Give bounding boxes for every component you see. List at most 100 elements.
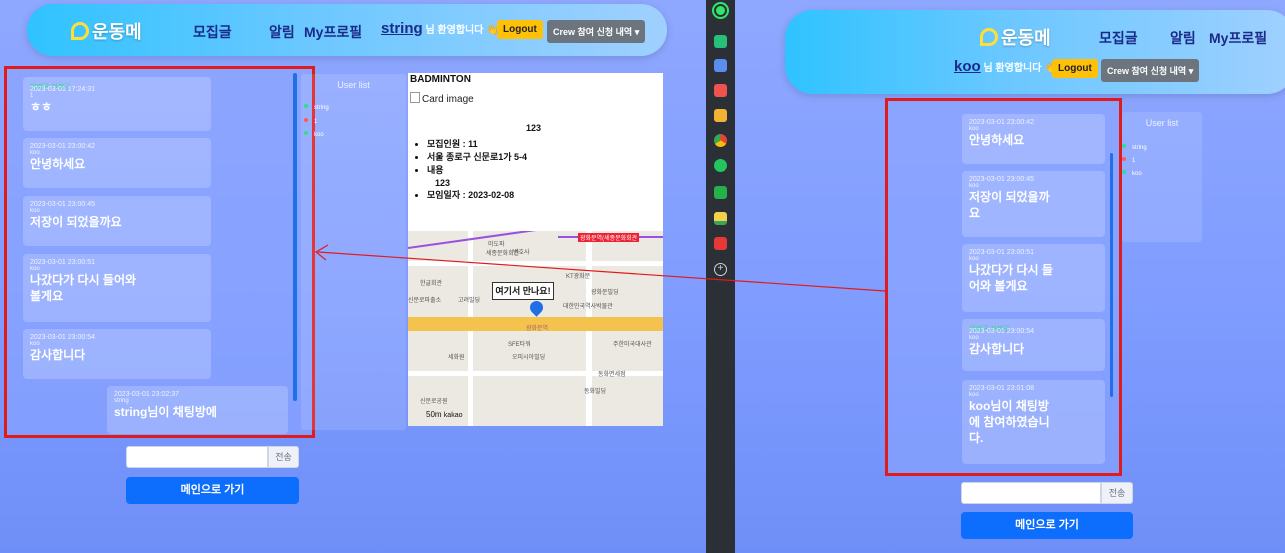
chat-message: 2023-03-01 23:00:42 koo 안녕하세요 [23,138,211,188]
user-list-header: User list [337,80,370,90]
app-dock: + [706,0,735,553]
message-time: 2023-03-01 23:00:51 [30,259,95,266]
chat-input-row: 전송 [961,482,1133,504]
offline-dot-icon [1122,157,1126,161]
welcome-suffix: 님 환영합니다 👋 [983,63,1057,74]
go-main-button[interactable]: 메인으로 가기 [126,477,299,504]
map-marker-bubble[interactable]: 여기서 만나요! [492,282,554,300]
muscle-icon [71,22,89,40]
message-time: 2023-03-01 23:00:54 [30,334,95,341]
map-label: 신문로파출소 [408,298,442,304]
app-red-news-icon[interactable] [714,237,727,250]
nav-alarm[interactable]: 알림 [269,22,295,42]
add-icon[interactable]: + [714,263,727,276]
welcome-suffix: 님 환영합니다 👋 [425,25,499,36]
map-label: KT광화문 [566,274,591,280]
chat-box-highlighted[interactable]: 어쩌구 저쩌구 2023-03-01 17:24:31 1 ㅎㅎ 2023-03… [4,66,315,438]
online-dot-icon [1122,144,1126,148]
nav-my-profile[interactable]: My프로필 [304,22,362,42]
app-yellow-icon[interactable] [714,109,727,122]
card-image-alt: Card image [422,94,474,105]
map-label: 동화빌딩 [584,389,607,395]
user-list-header: User list [1145,118,1179,128]
chat-scrollbar[interactable] [1110,153,1113,397]
map-label: 주한미국대사관 [613,342,652,348]
card-detail-content-label: 내용 [427,165,444,175]
right-browser-pane: 운동메 모집글 알림 My프로필 koo 님 환영합니다 👋 Logout Cr… [735,0,1285,553]
user-list-panel: User list string 1 koo [301,74,406,430]
chat-input[interactable] [961,482,1101,504]
app-blue-icon[interactable] [714,59,727,72]
message-content: 감사합니다 [30,348,86,362]
welcome-text: koo 님 환영합니다 👋 [954,58,1057,75]
logo[interactable]: 운동메 [71,18,142,44]
map-label: 광화문빌딩 [591,290,619,296]
map-label: 세종문화회관 [486,251,520,257]
crew-history-dropdown[interactable]: Crew 참여 신청 내역 ▾ [547,20,646,43]
map-label: 미도파 [488,242,505,248]
map-pin-icon[interactable] [527,298,546,317]
message-content: 저장이 되었을까요 [30,215,122,229]
offline-dot-icon [304,118,308,122]
user-name: 1 [1132,158,1136,164]
logout-button[interactable]: Logout [497,20,543,39]
chat-message: 2023-03-01 23:00:51 koo 나갔다가 다시 들어와 볼게요 [23,254,211,322]
map[interactable]: 광화문역(세종문화회관 KT광화문 미도파 변호사 세종문화회관 광화문빌딩 신… [408,231,663,426]
user-name: string [1132,145,1147,151]
logo[interactable]: 운동메 [980,24,1051,50]
message-time: 2023-03-01 23:00:42 [969,119,1034,126]
nav-alarm[interactable]: 알림 [1170,28,1196,48]
message-content-line: 어와 볼게요 [969,279,1028,293]
app-notes-icon[interactable] [714,212,727,225]
map-label: 광화문역(세종문화회관 [578,233,640,242]
nav-recruit[interactable]: 모집글 [193,22,232,42]
logo-text: 운동메 [92,22,142,42]
app-green-icon[interactable] [714,35,727,48]
user-list-item: 1 [1122,157,1135,164]
app-chrome-icon[interactable] [714,134,727,147]
chat-message: 2023-03-01 23:01:08 koo koo님이 채팅방 에 참여하였… [962,380,1105,464]
message-content: 안녕하세요 [30,157,86,171]
send-button[interactable]: 전송 [268,446,299,468]
app-red-icon[interactable] [714,84,727,97]
logout-button[interactable]: Logout [1052,59,1098,78]
chat-message: 2023-03-01 23:00:45 koo 저장이 되었을까 요 [962,171,1105,237]
nav-my-profile[interactable]: My프로필 [1209,28,1267,48]
online-dot-icon [304,104,308,108]
chat-message: 2023-03-01 23:00:45 koo 저장이 되었을까요 [23,196,211,246]
message-time: 2023-03-01 23:00:51 [969,249,1034,256]
app-green-round-icon[interactable] [714,159,727,172]
app-green-chat-icon[interactable] [714,186,727,199]
map-label: 한글회관 [420,281,443,287]
user-list-item: koo [304,131,324,138]
message-content-line: 나갔다가 다시 들 [969,263,1053,277]
message-content-line: 저장이 되었을까 [969,190,1050,204]
chat-message: 2023-03-01 23:00:54 koo 감사합니다 [23,329,211,379]
message-content: 감사합니다 [969,342,1025,356]
send-button[interactable]: 전송 [1101,482,1133,504]
circle-green-icon[interactable] [714,4,727,17]
card-detail-members: 모집인원 : 11 [427,138,527,151]
online-dot-icon [304,131,308,135]
message-content-line: 볼게요 [30,289,64,303]
message-content-line: koo님이 채팅방 [969,399,1049,413]
card-detail-date: 모임일자 : 2023-02-08 [427,189,527,202]
nav-recruit[interactable]: 모집글 [1099,28,1138,48]
go-main-button[interactable]: 메인으로 가기 [961,512,1133,539]
left-browser-pane: 운동메 모집글 알림 My프로필 string 님 환영합니다 👋 Logout… [0,0,706,553]
chat-scrollbar[interactable] [293,73,297,401]
welcome-text: string 님 환영합니다 👋 [381,20,499,37]
username: string [381,20,423,37]
map-label: 세화원 [448,355,465,361]
chat-message: 어쩌구 저쩌구 2023-03-01 17:24:31 1 ㅎㅎ [23,77,211,131]
card-detail-address: 서울 종로구 신문로1가 5-4 [427,151,527,164]
map-label: 신문로공원 [420,399,448,405]
message-time: 2023-03-01 23:02:37 [114,391,179,398]
card-details: 모집인원 : 11 서울 종로구 신문로1가 5-4 내용 123 모임일자 : … [427,138,527,202]
user-list-panel: User list string 1 koo [1122,112,1202,242]
chat-box-highlighted[interactable]: 2023-03-01 23:00:42 koo 안녕하세요 2023-03-01… [885,98,1122,476]
message-time: 2023-03-01 23:00:45 [30,201,95,208]
crew-history-dropdown[interactable]: Crew 참여 신청 내역 ▾ [1101,59,1200,82]
chat-input[interactable] [126,446,268,468]
header-right: 운동메 모집글 알림 My프로필 koo 님 환영합니다 👋 Logout Cr… [785,10,1285,94]
